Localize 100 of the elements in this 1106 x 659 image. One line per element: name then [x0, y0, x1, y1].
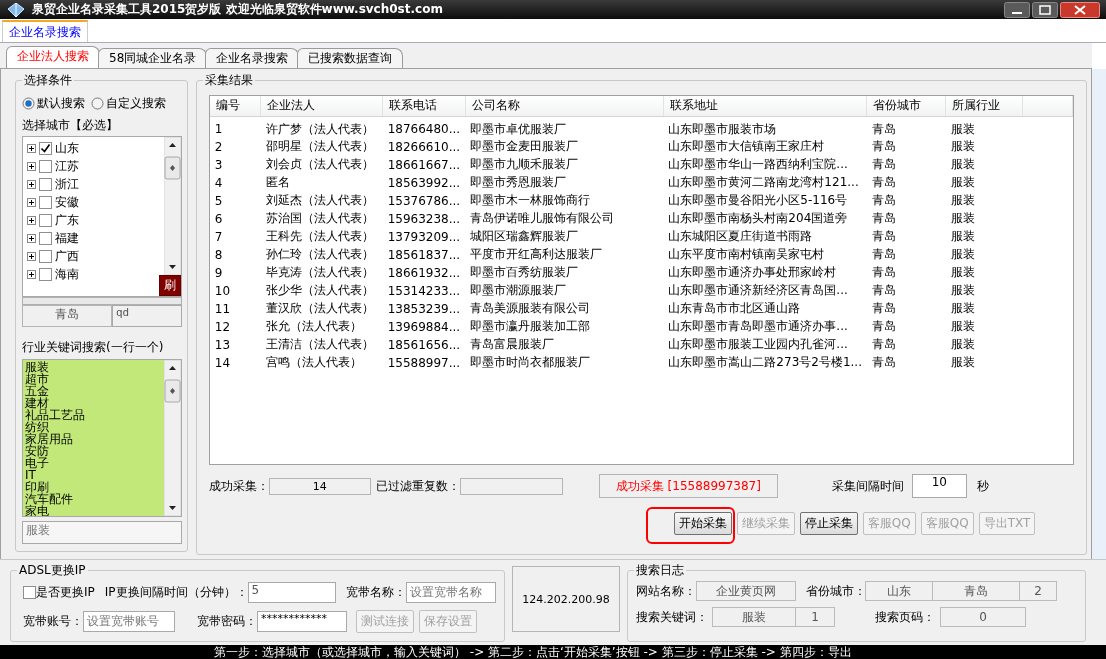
- table-cell-text: 8: [213, 246, 224, 264]
- table-cell-text: 服装: [949, 264, 976, 281]
- radio-label: 默认搜索: [37, 94, 85, 112]
- minimize-button[interactable]: [1004, 1, 1030, 18]
- table-cell-text: 山东城阳区夏庄街道书雨路: [667, 228, 814, 245]
- city-code-field[interactable]: qd: [112, 305, 182, 327]
- radio-button[interactable]: [91, 96, 104, 110]
- refresh-button[interactable]: 刷: [158, 275, 181, 296]
- section-label: 行业关键词搜索(一行一个): [22, 339, 165, 355]
- table-cell-text: 青岛: [871, 174, 897, 191]
- interval-field[interactable]: 5: [247, 581, 336, 603]
- keyword-line: 超市: [25, 373, 50, 385]
- expand-icon[interactable]: [27, 143, 36, 153]
- checkbox[interactable]: [39, 141, 52, 155]
- interval-field[interactable]: 10: [911, 474, 967, 498]
- expand-icon[interactable]: [27, 269, 36, 279]
- table-cell-text: 青岛: [871, 156, 897, 173]
- column-header[interactable]: 联系地址: [663, 96, 867, 116]
- table-cell-text: 山东即墨市南杨头村南204国道旁: [667, 210, 849, 227]
- checkbox[interactable]: [39, 195, 52, 209]
- tab[interactable]: 已搜索数据查询: [297, 48, 404, 68]
- checkbox[interactable]: [39, 213, 52, 227]
- tab[interactable]: 企业名录搜索: [2, 20, 88, 42]
- column-header[interactable]: 企业法人: [260, 96, 383, 116]
- name-field[interactable]: 设置宽带名称: [405, 581, 496, 603]
- expand-icon[interactable]: [27, 197, 36, 207]
- column-header[interactable]: 公司名称: [465, 96, 664, 116]
- tab[interactable]: 58同城企业名录: [98, 48, 208, 68]
- table-cell-text: 张允（法人代表）: [264, 318, 363, 335]
- table-cell-text: 青岛: [871, 336, 897, 353]
- checkbox[interactable]: [39, 249, 52, 263]
- tree-item[interactable]: 江苏: [55, 157, 79, 175]
- log-value: 1: [795, 607, 835, 627]
- keyword-line: 纺织: [25, 421, 49, 433]
- password-field[interactable]: ************: [257, 610, 347, 632]
- table-cell-text: 山东青岛市市北区通山路: [667, 300, 802, 317]
- column-header[interactable]: 联系电话: [382, 96, 466, 116]
- tree-item[interactable]: 浙江: [55, 175, 79, 193]
- table-cell-text: 即墨市时尚衣都服装厂: [469, 354, 592, 371]
- expand-icon[interactable]: [27, 233, 36, 243]
- checkbox[interactable]: [39, 159, 52, 173]
- city-name-field[interactable]: 青岛: [22, 305, 112, 327]
- action-button[interactable]: 开始采集: [673, 512, 732, 535]
- window-title: 泉贸企业名录采集工具2015贺岁版 欢迎光临泉贸软件www.svch0st.com: [32, 1, 443, 18]
- log-value: 青岛: [932, 581, 1020, 601]
- tab[interactable]: 企业名录搜索: [205, 48, 300, 68]
- table-cell-text: 山东即墨市青岛即墨市通济办事...: [667, 318, 849, 335]
- account-field[interactable]: 设置宽带账号: [83, 610, 175, 632]
- table-cell-text: 青岛富晨服装厂: [469, 336, 556, 353]
- table-cell-text: 平度市开红高利达服装厂: [469, 246, 604, 263]
- table-cell-text: 即墨市木一林服饰商行: [469, 192, 592, 209]
- tree-item[interactable]: 海南: [55, 265, 79, 283]
- table-cell-text: 18563992...: [386, 174, 462, 192]
- checkbox[interactable]: [39, 267, 52, 281]
- table-cell-text: 14: [213, 354, 232, 372]
- expand-icon[interactable]: [27, 251, 36, 261]
- close-button[interactable]: [1060, 1, 1100, 18]
- table-cell-text: 服装: [949, 300, 976, 317]
- table-cell-text: 10: [213, 282, 232, 300]
- expand-icon[interactable]: [27, 215, 36, 225]
- keyword-field[interactable]: 服装: [22, 521, 182, 544]
- keyword-line: 汽车配件: [25, 493, 74, 505]
- field-label: 搜索页码：: [875, 608, 935, 626]
- table-cell-text: 4: [213, 174, 224, 192]
- table-cell-text: 15588997...: [386, 354, 462, 372]
- tab[interactable]: 企业法人搜索: [6, 46, 100, 68]
- tree-item[interactable]: 山东: [55, 139, 79, 157]
- table-cell-text: 青岛美源服装有限公司: [469, 300, 592, 317]
- action-button[interactable]: 停止采集: [799, 512, 858, 535]
- table-cell-text: 7: [213, 228, 224, 246]
- tree-item[interactable]: 福建: [55, 229, 79, 247]
- table-cell-text: 青岛: [871, 264, 897, 281]
- tree-item[interactable]: 广东: [55, 211, 79, 229]
- maximize-button[interactable]: [1032, 1, 1058, 18]
- ip-address-display: 124.202.200.98: [512, 566, 620, 632]
- checkbox[interactable]: [39, 177, 52, 191]
- log-value: 2: [1019, 581, 1057, 601]
- keyword-list[interactable]: 服装 超市 五金 建材 礼品工艺品 纺织 家居用品 安防 电子 IT 印刷 汽车配件 家电: [23, 360, 164, 516]
- table-cell-text: 6: [213, 210, 224, 228]
- table-cell-text: 13793209...: [386, 228, 462, 246]
- table-cell-text: 山东即墨市大信镇南王家庄村: [667, 138, 826, 155]
- tree-item[interactable]: 广西: [55, 247, 79, 265]
- table-cell-text: 13: [213, 336, 232, 354]
- stat-label: 已过滤重复数：: [375, 477, 460, 495]
- keyword-line: 五金: [25, 385, 50, 397]
- table-cell-text: 服装: [949, 318, 976, 335]
- tree-item[interactable]: 安徽: [55, 193, 79, 211]
- column-header[interactable]: 省份城市: [867, 96, 946, 116]
- column-header[interactable]: 所属行业: [945, 96, 1023, 116]
- checkbox[interactable]: [39, 231, 52, 245]
- table-cell-text: 服装: [949, 282, 976, 299]
- table-cell-text: 邵明星（法人代表）: [264, 138, 375, 155]
- checkbox[interactable]: [23, 585, 36, 599]
- table-cell-text: 青岛: [871, 282, 897, 299]
- expand-icon[interactable]: [27, 179, 36, 189]
- column-header[interactable]: 编号: [209, 96, 261, 116]
- table-cell-text: 刘延杰（法人代表）: [264, 192, 375, 209]
- expand-icon[interactable]: [27, 161, 36, 171]
- table-cell-text: 山东即墨市黄河二路南龙湾村121...: [667, 174, 860, 191]
- radio-button[interactable]: [22, 96, 35, 110]
